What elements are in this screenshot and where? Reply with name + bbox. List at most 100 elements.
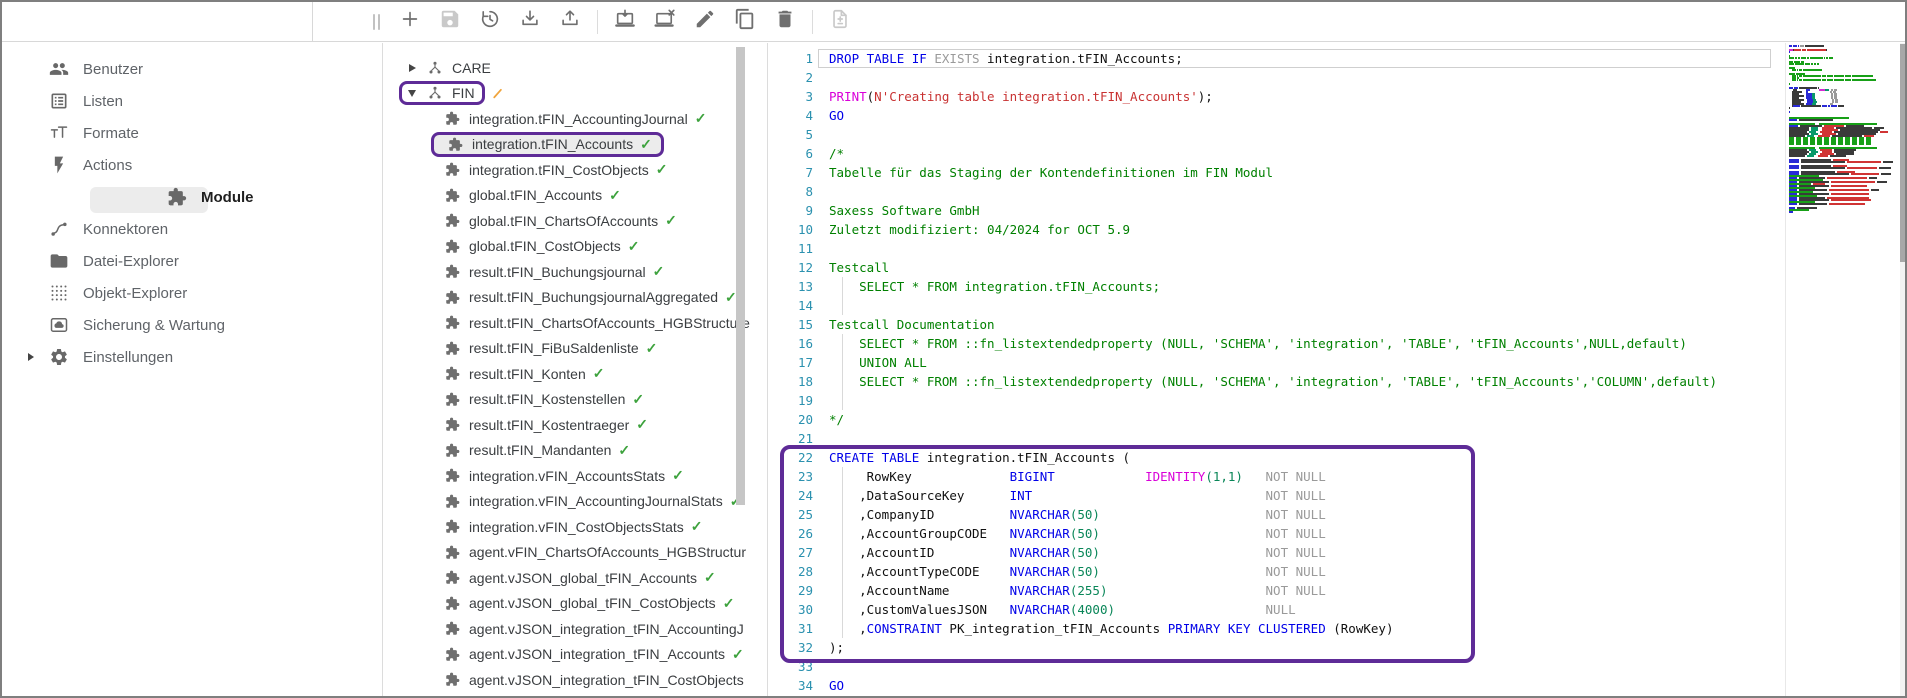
tree-item[interactable]: agent.vJSON_global_tFIN_CostObjects✓ xyxy=(383,591,767,617)
duplicate-button[interactable] xyxy=(730,7,760,37)
sidebar-item-listen[interactable]: Listen xyxy=(2,85,382,117)
code-line[interactable]: 34GO xyxy=(768,676,1785,695)
sidebar-item-objekt-explorer[interactable]: Objekt-Explorer xyxy=(2,277,382,309)
tree-item[interactable]: agent.vFIN_ChartsOfAccounts_HGBStructur xyxy=(383,540,767,566)
code-line[interactable]: 6/* xyxy=(768,144,1785,163)
code-line[interactable]: 11 xyxy=(768,239,1785,258)
code-line[interactable]: 12Testcall xyxy=(768,258,1785,277)
code-line[interactable]: 21 xyxy=(768,429,1785,448)
code-text: ,CompanyID NVARCHAR(50) NOT NULL xyxy=(829,505,1326,524)
upload-button[interactable] xyxy=(555,7,585,37)
tree-scrollbar[interactable] xyxy=(736,43,745,696)
add-button[interactable] xyxy=(395,7,425,37)
code-line[interactable]: 4GO xyxy=(768,106,1785,125)
hierarchy-icon xyxy=(427,60,443,76)
selected-item-annotation-box: integration.tFIN_Accounts✓ xyxy=(431,132,664,157)
tree-item[interactable]: result.tFIN_Konten✓ xyxy=(383,361,767,387)
code-line[interactable]: 25 ,CompanyID NVARCHAR(50) NOT NULL xyxy=(768,505,1785,524)
code-line[interactable]: 1DROP TABLE IF EXISTS integration.tFIN_A… xyxy=(768,49,1785,68)
tree-item-label: result.tFIN_ChartsOfAccounts_HGBStructur… xyxy=(469,315,750,331)
code-line[interactable]: 27 ,AccountID NVARCHAR(50) NOT NULL xyxy=(768,543,1785,562)
sidebar-item-datei-explorer[interactable]: Datei-Explorer xyxy=(2,245,382,277)
line-number: 20 xyxy=(768,410,813,429)
sidebar-item-module[interactable]: Module xyxy=(2,181,382,213)
chevron-right-icon[interactable] xyxy=(407,64,417,72)
tree-scrollbar-thumb[interactable] xyxy=(736,47,745,505)
code-line[interactable]: 28 ,AccountTypeCODE NVARCHAR(50) NOT NUL… xyxy=(768,562,1785,581)
download-button[interactable] xyxy=(515,7,545,37)
gear-icon xyxy=(49,347,69,367)
code-line[interactable]: 24 ,DataSourceKey INT NOT NULL xyxy=(768,486,1785,505)
code-line[interactable]: 7Tabelle für das Staging der Kontendefin… xyxy=(768,163,1785,182)
sidebar-item-label: Einstellungen xyxy=(83,349,173,366)
deploy-button[interactable] xyxy=(610,7,640,37)
tree-item[interactable]: result.tFIN_Buchungsjournal✓ xyxy=(383,259,767,285)
editor-scrollbar[interactable] xyxy=(1900,43,1905,696)
compare-button xyxy=(825,7,855,37)
code-line[interactable]: 2 xyxy=(768,68,1785,87)
tree-item[interactable]: integration.tFIN_Accounts✓ xyxy=(383,132,767,158)
tree-item[interactable]: result.tFIN_Kostentraeger✓ xyxy=(383,412,767,438)
tree-item[interactable]: agent.vJSON_global_tFIN_Accounts✓ xyxy=(383,565,767,591)
tree-group-care[interactable]: CARE xyxy=(383,55,767,81)
tree-item[interactable]: result.tFIN_Mandanten✓ xyxy=(383,438,767,464)
code-line[interactable]: 30 ,CustomValuesJSON NVARCHAR(4000) NULL xyxy=(768,600,1785,619)
tree-item[interactable]: result.tFIN_FiBuSaldenliste✓ xyxy=(383,336,767,362)
sql-editor[interactable]: 1DROP TABLE IF EXISTS integration.tFIN_A… xyxy=(768,43,1785,696)
editor-scrollbar-thumb[interactable] xyxy=(1900,44,1905,262)
history-button[interactable] xyxy=(475,7,505,37)
sidebar-item-konnektoren[interactable]: Konnektoren xyxy=(2,213,382,245)
tree-group-fin[interactable]: FIN xyxy=(383,81,767,107)
sidebar-item-benutzer[interactable]: Benutzer xyxy=(2,53,382,85)
code-line[interactable]: 18 SELECT * FROM ::fn_listextendedproper… xyxy=(768,372,1785,391)
code-line[interactable]: 17 UNION ALL xyxy=(768,353,1785,372)
code-line[interactable]: 5 xyxy=(768,125,1785,144)
code-line[interactable]: 13 SELECT * FROM integration.tFIN_Accoun… xyxy=(768,277,1785,296)
code-line[interactable]: 3PRINT(N'Creating table integration.tFIN… xyxy=(768,87,1785,106)
sidebar-item-formate[interactable]: Formate xyxy=(2,117,382,149)
code-line[interactable]: 10Zuletzt modifiziert: 04/2024 for OCT 5… xyxy=(768,220,1785,239)
code-text: Testcall xyxy=(829,258,889,277)
tree-item[interactable]: integration.vFIN_AccountsStats✓ xyxy=(383,463,767,489)
sidebar-item-actions[interactable]: Actions xyxy=(2,149,382,181)
tree-item[interactable]: integration.vFIN_AccountingJournalStats✓ xyxy=(383,489,767,515)
undeploy-button[interactable] xyxy=(650,7,680,37)
tree-item[interactable]: result.tFIN_ChartsOfAccounts_HGBStructur… xyxy=(383,310,767,336)
tree-item[interactable]: integration.tFIN_CostObjects✓ xyxy=(383,157,767,183)
tree-item[interactable]: global.tFIN_ChartsOfAccounts✓ xyxy=(383,208,767,234)
line-number: 3 xyxy=(768,87,813,106)
tree-item-label: result.tFIN_Konten xyxy=(469,366,586,382)
chevron-down-icon[interactable] xyxy=(407,90,417,97)
code-line[interactable]: 33 xyxy=(768,657,1785,676)
code-line[interactable]: 20*/ xyxy=(768,410,1785,429)
tree-item[interactable]: global.tFIN_Accounts✓ xyxy=(383,183,767,209)
code-line[interactable]: 32); xyxy=(768,638,1785,657)
code-line[interactable]: 19 xyxy=(768,391,1785,410)
code-line[interactable]: 23 RowKey BIGINT IDENTITY(1,1) NOT NULL xyxy=(768,467,1785,486)
hierarchy-icon xyxy=(427,85,443,101)
sidebar-item-sicherung-wartung[interactable]: Sicherung & Wartung xyxy=(2,309,382,341)
tree-item[interactable]: agent.vJSON_integration_tFIN_CostObjects xyxy=(383,667,767,693)
edit-button[interactable] xyxy=(690,7,720,37)
tree-item[interactable]: agent.vJSON_integration_tFIN_Accounts✓ xyxy=(383,642,767,668)
code-line[interactable]: 16 SELECT * FROM ::fn_listextendedproper… xyxy=(768,334,1785,353)
tree-item[interactable]: agent.vJSON_integration_tFIN_AccountingJ xyxy=(383,616,767,642)
sidebar-item-einstellungen[interactable]: Einstellungen xyxy=(2,341,382,373)
code-line[interactable]: 9Saxess Software GmbH xyxy=(768,201,1785,220)
expand-arrow-icon[interactable] xyxy=(28,353,34,361)
code-line[interactable]: 22CREATE TABLE integration.tFIN_Accounts… xyxy=(768,448,1785,467)
drag-handle-icon[interactable] xyxy=(373,14,380,30)
tree-item[interactable]: result.tFIN_Kostenstellen✓ xyxy=(383,387,767,413)
code-line[interactable]: 15Testcall Documentation xyxy=(768,315,1785,334)
tree-item[interactable]: result.tFIN_BuchungsjournalAggregated✓ xyxy=(383,285,767,311)
code-line[interactable]: 14 xyxy=(768,296,1785,315)
code-line[interactable]: 31 ,CONSTRAINT PK_integration_tFIN_Accou… xyxy=(768,619,1785,638)
code-line[interactable]: 29 ,AccountName NVARCHAR(255) NOT NULL xyxy=(768,581,1785,600)
code-line[interactable]: 26 ,AccountGroupCODE NVARCHAR(50) NOT NU… xyxy=(768,524,1785,543)
code-line[interactable]: 8 xyxy=(768,182,1785,201)
editor-minimap[interactable] xyxy=(1785,43,1901,696)
tree-item[interactable]: global.tFIN_CostObjects✓ xyxy=(383,234,767,260)
delete-button[interactable] xyxy=(770,7,800,37)
tree-item[interactable]: integration.tFIN_AccountingJournal✓ xyxy=(383,106,767,132)
tree-item[interactable]: integration.vFIN_CostObjectsStats✓ xyxy=(383,514,767,540)
